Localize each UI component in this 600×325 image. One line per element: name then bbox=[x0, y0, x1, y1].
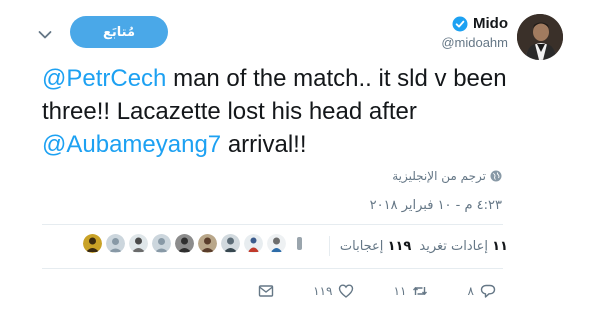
verified-badge-icon bbox=[452, 16, 468, 32]
mention-link[interactable]: @PetrCech bbox=[42, 65, 166, 92]
liker-avatar[interactable] bbox=[198, 234, 217, 253]
message-button[interactable] bbox=[258, 283, 274, 299]
reply-count: ٨ bbox=[467, 284, 474, 298]
envelope-icon bbox=[258, 285, 274, 297]
retweet-icon bbox=[413, 287, 428, 295]
retweet-count: ١١ bbox=[393, 284, 407, 298]
globe-icon bbox=[490, 170, 502, 182]
liker-avatar[interactable] bbox=[267, 234, 286, 253]
tweet-text-part: arrival!! bbox=[221, 131, 307, 158]
liker-avatar[interactable] bbox=[175, 234, 194, 253]
reply-icon bbox=[480, 284, 496, 298]
tweet-text: @PetrCech man of the match.. it sld v be… bbox=[42, 62, 562, 161]
likes-label: إعجابات bbox=[339, 238, 384, 254]
mention-link[interactable]: @Aubameyang7 bbox=[42, 131, 221, 158]
action-bar: ١١٩ ١١ ٨ bbox=[258, 283, 496, 299]
retweets-label: إعادات تغريد bbox=[419, 238, 488, 254]
liker-avatar[interactable] bbox=[290, 234, 309, 253]
tweet-card: Mido @midoahm مُتابَع @PetrCech man of t… bbox=[0, 0, 600, 325]
retweets-count: ١١ bbox=[492, 238, 508, 254]
heart-icon bbox=[339, 284, 354, 298]
liker-avatars bbox=[83, 234, 309, 253]
likes-stat[interactable]: ١١٩ إعجابات bbox=[340, 239, 412, 254]
tweet-stats: ١١ إعادات تغريد ١١٩ إعجابات bbox=[327, 236, 508, 256]
author-handle[interactable]: @midoahm bbox=[441, 35, 508, 50]
reply-button[interactable]: ٨ bbox=[468, 283, 496, 299]
following-button[interactable]: مُتابَع bbox=[70, 16, 168, 48]
like-button[interactable]: ١١٩ bbox=[313, 283, 354, 299]
liker-avatar[interactable] bbox=[106, 234, 125, 253]
stats-separator bbox=[328, 236, 330, 256]
liker-avatar[interactable] bbox=[152, 234, 171, 253]
author-avatar[interactable] bbox=[517, 14, 563, 60]
liker-avatar[interactable] bbox=[221, 234, 240, 253]
author-name[interactable]: Mido bbox=[473, 15, 508, 32]
divider bbox=[42, 268, 503, 269]
divider bbox=[42, 224, 503, 225]
liker-avatar[interactable] bbox=[244, 234, 263, 253]
like-count: ١١٩ bbox=[313, 284, 333, 298]
translate-label: ترجم من الإنجليزية bbox=[392, 169, 486, 183]
translate-link[interactable]: ترجم من الإنجليزية bbox=[392, 169, 502, 183]
tweet-timestamp[interactable]: ٤:٢٣ م - ١٠ فبراير ٢٠١٨ bbox=[370, 198, 502, 213]
liker-avatar[interactable] bbox=[129, 234, 148, 253]
liker-avatar[interactable] bbox=[83, 234, 102, 253]
retweet-button[interactable]: ١١ bbox=[394, 283, 429, 299]
retweets-stat[interactable]: ١١ إعادات تغريد bbox=[419, 239, 508, 254]
likes-count: ١١٩ bbox=[387, 238, 412, 254]
chevron-down-icon[interactable] bbox=[38, 27, 52, 39]
author-block: Mido @midoahm bbox=[441, 15, 508, 50]
